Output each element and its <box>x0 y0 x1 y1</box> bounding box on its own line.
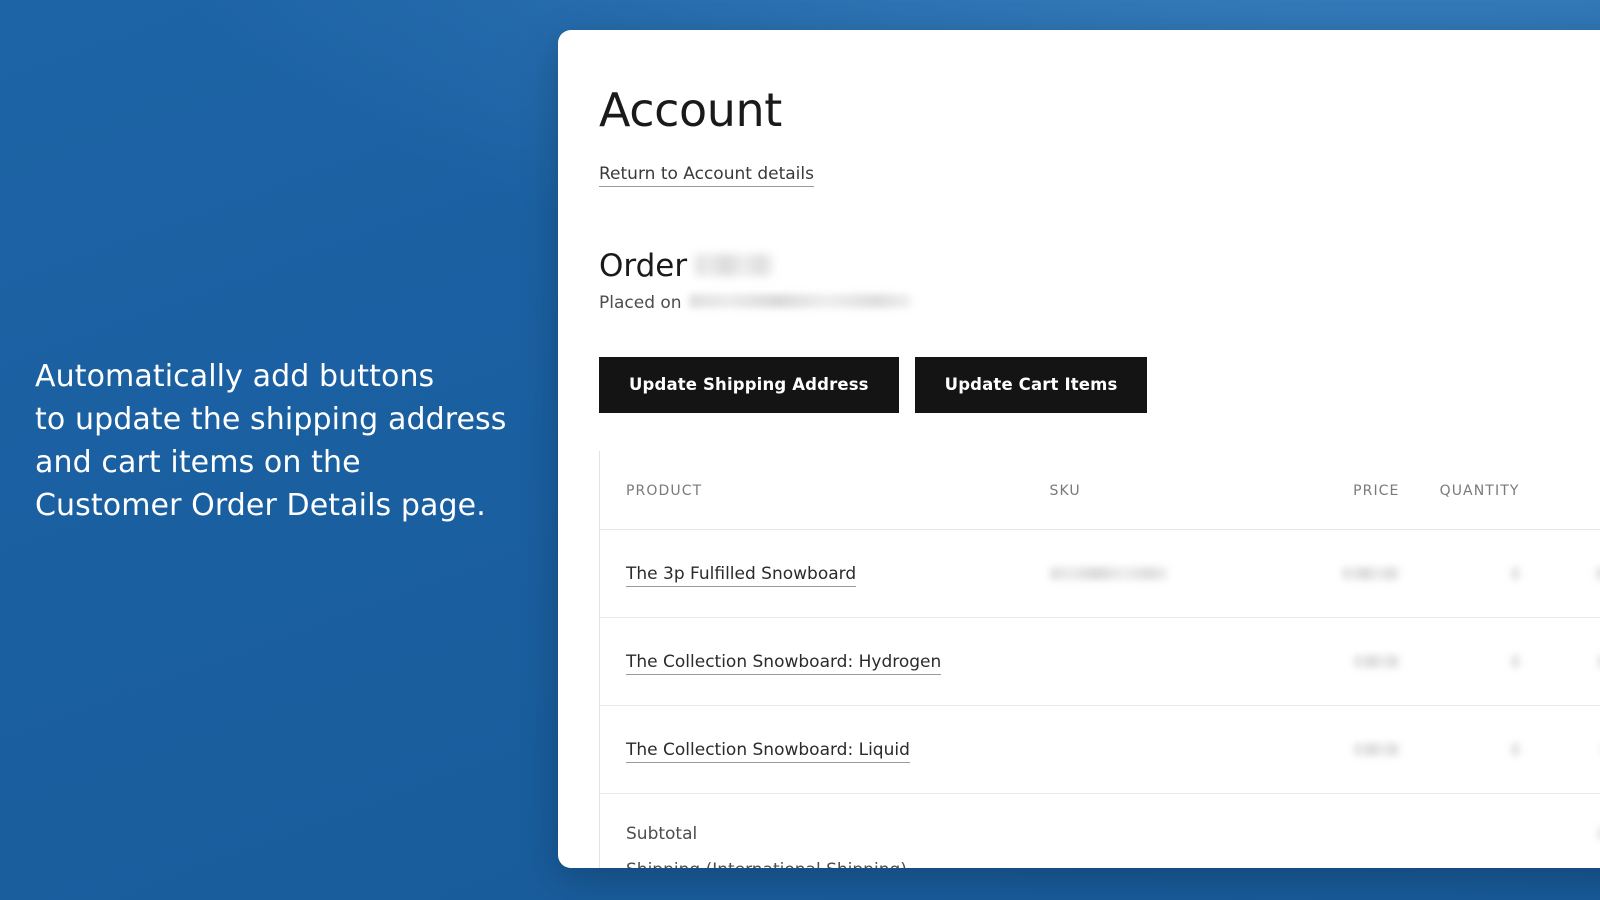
promo-caption: Automatically add buttons to update the … <box>35 355 535 527</box>
line-item-price-cell <box>1279 705 1400 794</box>
line-item-price-cell <box>1279 529 1400 618</box>
order-table-head: PRODUCT SKU PRICE QUANTITY TOTAL <box>599 450 1600 530</box>
price-value-redacted <box>1341 567 1400 581</box>
line-item-total-cell <box>1519 617 1600 706</box>
page-title: Account <box>599 83 782 137</box>
line-item-total-cell <box>1519 529 1600 618</box>
product-link[interactable]: The 3p Fulfilled Snowboard <box>626 563 857 587</box>
line-item-quantity-cell <box>1399 705 1520 794</box>
promo-line-3: and cart items on the <box>35 445 361 480</box>
quantity-value-redacted <box>1510 743 1520 757</box>
promo-line-2: to update the shipping address <box>35 402 507 437</box>
shipping-row: Shipping (International Shipping) <box>600 860 1600 868</box>
subtotal-label: Subtotal <box>626 823 698 844</box>
subtotal-value-cell <box>1520 793 1600 860</box>
quantity-value-redacted <box>1510 655 1520 669</box>
order-table-header-row: PRODUCT SKU PRICE QUANTITY TOTAL <box>599 450 1600 530</box>
column-header-sku: SKU <box>1049 450 1280 530</box>
sku-value-redacted <box>1049 567 1168 581</box>
quantity-value-redacted <box>1510 567 1520 581</box>
table-row: The Collection Snowboard: Hydrogen <box>599 617 1600 706</box>
storefront-page-card: Account Return to Account details Order … <box>558 30 1600 868</box>
shipping-spacer-sku <box>1050 860 1280 868</box>
line-item-sku-cell <box>1049 705 1280 794</box>
table-row: The 3p Fulfilled Snowboard <box>599 529 1600 618</box>
order-table-body: The 3p Fulfilled Snowboard The Collectio… <box>599 529 1600 794</box>
shipping-label: Shipping (International Shipping) <box>600 860 1050 868</box>
shipping-spacer-price <box>1280 860 1400 868</box>
order-action-buttons: Update Shipping Address Update Cart Item… <box>599 356 1600 413</box>
placed-on-label: Placed on <box>599 292 682 313</box>
line-item-quantity-cell <box>1399 529 1520 618</box>
line-item-quantity-cell <box>1399 617 1520 706</box>
page-content: Account Return to Account details Order … <box>558 30 1600 868</box>
product-link[interactable]: The Collection Snowboard: Hydrogen <box>626 651 942 675</box>
placed-on-value-redacted <box>688 293 911 308</box>
order-heading: Order <box>599 247 1600 285</box>
column-header-price: PRICE <box>1279 450 1400 530</box>
return-to-account-details-link[interactable]: Return to Account details <box>599 164 814 187</box>
update-shipping-address-button[interactable]: Update Shipping Address <box>599 356 899 413</box>
total-value-redacted <box>1595 567 1600 581</box>
promo-line-4: Customer Order Details page. <box>35 488 486 523</box>
line-item-sku-cell <box>1049 529 1280 618</box>
order-number-redacted <box>695 253 774 276</box>
price-value-redacted <box>1353 655 1400 669</box>
column-header-quantity: QUANTITY <box>1399 450 1520 530</box>
order-table-container: PRODUCT SKU PRICE QUANTITY TOTAL The 3p … <box>599 450 1600 868</box>
subtotal-row: Subtotal <box>600 793 1600 860</box>
column-header-total: TOTAL <box>1519 450 1600 530</box>
subtotal-spacer-sku <box>1050 793 1280 860</box>
order-label: Order <box>599 247 688 284</box>
subtotal-spacer-price <box>1280 793 1400 860</box>
product-link[interactable]: The Collection Snowboard: Liquid <box>626 739 910 763</box>
line-item-sku-cell <box>1049 617 1280 706</box>
shipping-value-cell <box>1520 860 1600 868</box>
shipping-spacer-qty <box>1400 860 1520 868</box>
promo-line-1: Automatically add buttons <box>35 359 435 394</box>
price-value-redacted <box>1353 743 1400 757</box>
column-header-product: PRODUCT <box>599 450 1050 530</box>
line-item-price-cell <box>1279 617 1400 706</box>
line-item-total-cell <box>1519 705 1600 794</box>
subtotal-spacer-qty <box>1400 793 1520 860</box>
line-item-product-cell: The 3p Fulfilled Snowboard <box>599 529 1050 618</box>
placed-on-row: Placed on <box>599 293 1600 313</box>
update-cart-items-button[interactable]: Update Cart Items <box>914 356 1148 413</box>
line-item-product-cell: The Collection Snowboard: Liquid <box>599 705 1050 794</box>
order-table-foot: Subtotal Shipping (International Shippin… <box>600 793 1600 868</box>
line-item-product-cell: The Collection Snowboard: Hydrogen <box>599 617 1050 706</box>
table-row: The Collection Snowboard: Liquid <box>599 705 1600 794</box>
order-line-items-table: PRODUCT SKU PRICE QUANTITY TOTAL The 3p … <box>599 450 1600 868</box>
